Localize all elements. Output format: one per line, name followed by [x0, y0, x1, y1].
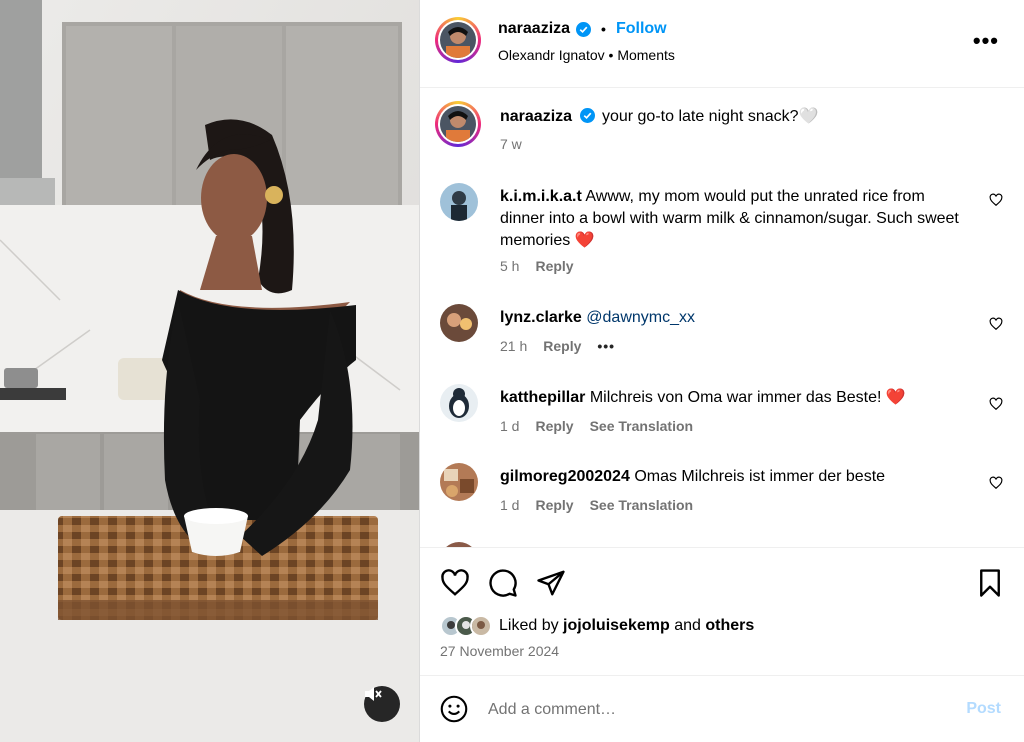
paper-plane-icon[interactable] — [536, 568, 566, 598]
audio-info[interactable]: Olexandr Ignatov • Moments — [498, 47, 675, 63]
comments-list[interactable]: naraaziza your go-to late night snack?🤍 … — [420, 89, 1024, 547]
comment-mention[interactable]: @dawnymc_xx — [586, 309, 695, 326]
reply-button[interactable]: Reply — [543, 338, 581, 354]
comment-like-heart-icon[interactable] — [989, 317, 1003, 331]
commenter-avatar[interactable] — [440, 304, 478, 342]
commenter-avatar[interactable] — [440, 463, 478, 501]
commenter-avatar[interactable] — [440, 384, 478, 422]
comment-time[interactable]: 1 d — [500, 418, 519, 434]
caption-text-row: naraaziza your go-to late night snack?🤍 — [500, 106, 970, 128]
post-comment-button[interactable]: Post — [966, 700, 1001, 718]
reply-button[interactable]: Reply — [535, 258, 573, 274]
comment-username[interactable]: katthepillar — [500, 389, 585, 406]
comment-meta: 21 h Reply ••• — [500, 338, 615, 354]
comment-bubble-icon[interactable] — [488, 568, 518, 598]
add-comment-input[interactable] — [488, 698, 938, 722]
add-comment-bar: Post — [420, 675, 1024, 742]
audio-type[interactable]: Moments — [617, 47, 675, 63]
header-separator: • — [601, 21, 606, 37]
comment-username[interactable]: lynz.clarke — [500, 309, 582, 326]
comment-time[interactable]: 1 d — [500, 497, 519, 513]
likes-text: Liked by jojoluisekemp and others — [499, 617, 754, 635]
comment-item: k.i.m.i.k.a.t Awww, my mom would put the… — [440, 183, 1005, 293]
bookmark-icon[interactable] — [975, 568, 1005, 598]
comment-username[interactable]: k.i.m.i.k.a.t — [500, 188, 582, 205]
comment-item: lynz.clarke @dawnymc_xx 21 h Reply ••• — [440, 304, 1005, 364]
verified-badge-icon — [576, 21, 592, 37]
comment-username[interactable]: gilmoreg2002024 — [500, 468, 630, 485]
comment-time[interactable]: 5 h — [500, 258, 519, 274]
speaker-muted-icon — [365, 687, 382, 701]
commenter-avatar[interactable] — [440, 183, 478, 221]
comment-meta: 1 d Reply See Translation — [500, 497, 693, 513]
audio-artist[interactable]: Olexandr Ignatov — [498, 47, 605, 63]
likes-and: and — [674, 617, 701, 634]
comment-options-icon[interactable]: ••• — [597, 338, 615, 354]
video-frame-illustration — [0, 0, 419, 742]
reply-button[interactable]: Reply — [535, 497, 573, 513]
caption-avatar[interactable] — [435, 101, 481, 147]
caption-username[interactable]: naraaziza — [500, 108, 572, 125]
author-username[interactable]: naraaziza — [498, 20, 570, 38]
reply-button[interactable]: Reply — [535, 418, 573, 434]
follow-button[interactable]: Follow — [616, 20, 667, 38]
comment-text: Omas Milchreis ist immer der beste — [634, 468, 886, 485]
comment-meta: 5 h Reply — [500, 258, 574, 274]
liker-avatar[interactable] — [470, 615, 492, 637]
commenter-avatar-image — [440, 463, 478, 501]
commenter-avatar-image — [440, 304, 478, 342]
more-options-icon[interactable]: ••• — [973, 30, 999, 52]
commenter-avatar-image — [440, 183, 478, 221]
verified-badge-icon — [579, 108, 595, 123]
see-translation-button[interactable]: See Translation — [590, 418, 693, 434]
comment-meta: 1 d Reply See Translation — [500, 418, 693, 434]
commenter-avatar-image — [440, 384, 478, 422]
comment-time[interactable]: 21 h — [500, 338, 527, 354]
likes-summary: Liked by jojoluisekemp and others — [440, 615, 754, 637]
audio-separator: • — [608, 47, 614, 63]
likes-others-link[interactable]: others — [705, 617, 754, 634]
comment-like-heart-icon[interactable] — [989, 193, 1003, 207]
comment-item: katthepillar Milchreis von Oma war immer… — [440, 384, 1005, 444]
mute-toggle-button[interactable] — [364, 686, 400, 722]
post-date[interactable]: 27 November 2024 — [440, 643, 559, 659]
post-details-panel: naraaziza • Follow Olexandr Ignatov • Mo… — [419, 0, 1024, 742]
emoji-smile-icon[interactable] — [440, 695, 468, 723]
likes-prefix: Liked by — [499, 617, 559, 634]
post-video[interactable] — [0, 0, 419, 742]
comment-text: Milchreis von Oma war immer das Beste! ❤… — [589, 389, 906, 406]
author-avatar[interactable] — [435, 17, 481, 63]
caption-text: your go-to late night snack?🤍 — [601, 108, 819, 125]
caption: naraaziza your go-to late night snack?🤍 … — [435, 101, 1005, 174]
author-avatar-image — [440, 22, 476, 58]
comment-like-heart-icon[interactable] — [989, 397, 1003, 411]
comment-item: gilmoreg2002024 Omas Milchreis ist immer… — [440, 463, 1005, 523]
caption-time[interactable]: 7 w — [500, 136, 522, 152]
comment-text-row: k.i.m.i.k.a.t Awww, my mom would put the… — [500, 186, 970, 252]
comment-text-row: gilmoreg2002024 Omas Milchreis ist immer… — [500, 466, 970, 488]
comment-like-heart-icon[interactable] — [989, 476, 1003, 490]
comment-text-row: lynz.clarke @dawnymc_xx — [500, 307, 970, 329]
caption-avatar-image — [440, 106, 476, 142]
instagram-post-modal: naraaziza • Follow Olexandr Ignatov • Mo… — [0, 0, 1024, 742]
liker-avatar-image — [472, 617, 490, 635]
heart-icon[interactable] — [440, 568, 470, 598]
post-header: naraaziza • Follow Olexandr Ignatov • Mo… — [420, 0, 1024, 88]
header-username-row: naraaziza • Follow — [498, 20, 667, 38]
likes-user-link[interactable]: jojoluisekemp — [563, 617, 670, 634]
caption-meta: 7 w — [500, 136, 522, 152]
comment-text-row: katthepillar Milchreis von Oma war immer… — [500, 387, 970, 409]
see-translation-button[interactable]: See Translation — [590, 497, 693, 513]
